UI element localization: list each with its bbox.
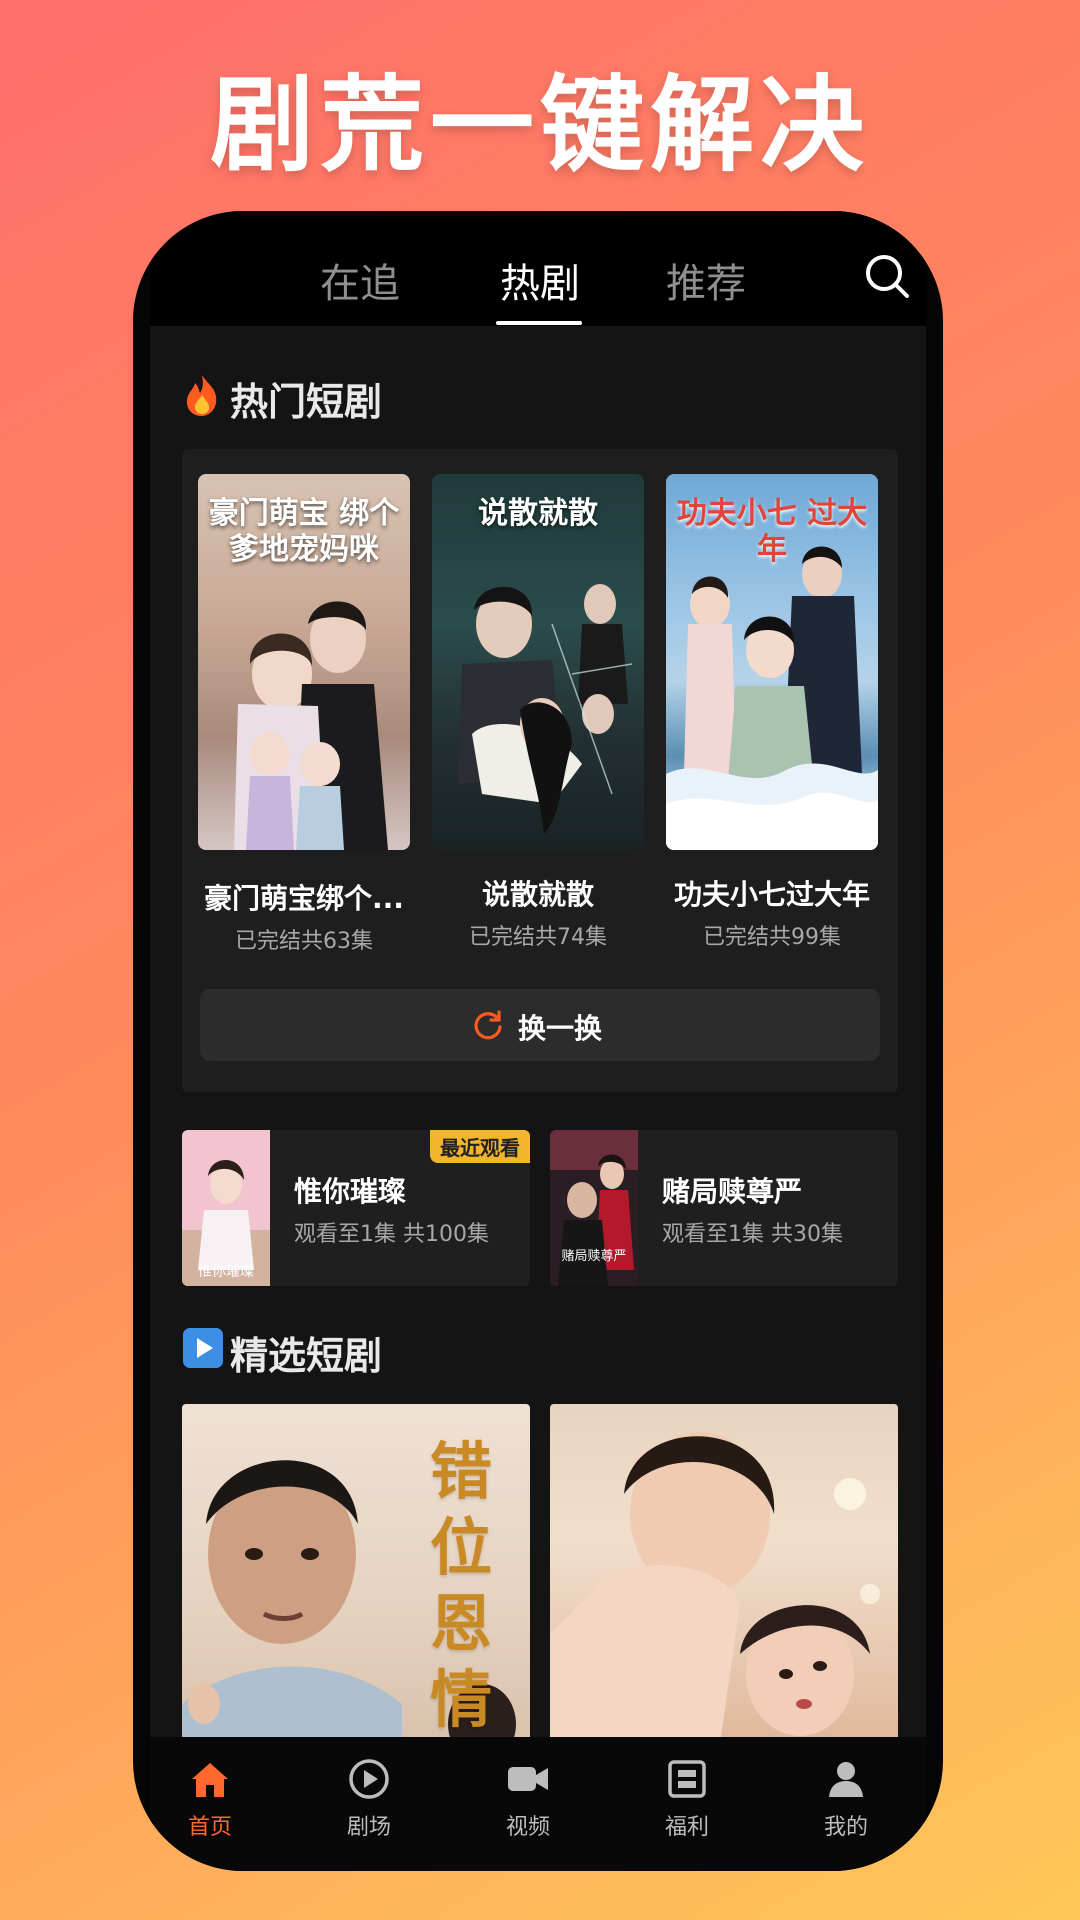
home-icon <box>192 1763 228 1797</box>
recent-thumbnail: 赌局赎尊严 <box>550 1130 638 1286</box>
nav-label: 首页 <box>187 1815 232 1840</box>
app-screen: 在追 热剧 推荐 热门短剧 豪门萌宝 绑个爹地宠妈咪 说散就散 功夫小七 过大年… <box>150 211 926 1871</box>
recent-watch-card[interactable]: 赌局赎尊严 赌局赎尊严 观看至1集 共30集 <box>550 1130 898 1286</box>
nav-label: 我的 <box>823 1815 868 1840</box>
hot-section-title: 热门短剧 <box>230 380 383 424</box>
refresh-icon <box>474 1010 502 1040</box>
play-circle-icon <box>349 1759 389 1799</box>
recent-drama-title: 惟你璀璨 <box>294 1175 407 1208</box>
featured-poster-artwork <box>550 1432 880 1744</box>
gift-box-icon <box>668 1760 706 1798</box>
drama-title[interactable]: 说散就散 <box>423 873 653 913</box>
tab-hot[interactable]: 热剧 <box>500 251 580 309</box>
active-tab-indicator <box>496 321 582 325</box>
nav-video[interactable]: 视频 <box>468 1757 588 1841</box>
poster-title-text: 说散就散 <box>478 496 598 531</box>
drama-episode-info: 已完结共63集 <box>235 929 373 954</box>
drama-poster[interactable]: 功夫小七 过大年 <box>666 474 878 850</box>
bottom-navigation: 首页 剧场 视频 福利 我的 <box>150 1737 926 1871</box>
featured-drama-card[interactable]: 错位恩情 <box>182 1404 530 1744</box>
user-icon <box>829 1762 863 1797</box>
drama-title[interactable]: 功夫小七过大年 <box>657 873 887 913</box>
thumb-text: 惟你璀璨 <box>198 1264 254 1280</box>
drama-title[interactable]: 豪门萌宝绑个... <box>189 877 419 917</box>
recent-drama-progress: 观看至1集 共100集 <box>294 1222 489 1247</box>
top-tab-bar: 在追 热剧 推荐 <box>150 211 926 326</box>
refresh-button[interactable]: 换一换 <box>200 989 880 1061</box>
drama-poster[interactable]: 说散就散 <box>432 474 644 850</box>
refresh-label: 换一换 <box>518 1012 603 1045</box>
recently-watched-badge: 最近观看 <box>430 1130 530 1163</box>
nav-home[interactable]: 首页 <box>150 1757 270 1841</box>
video-camera-icon <box>508 1767 548 1791</box>
fire-icon <box>186 375 217 416</box>
nav-theater[interactable]: 剧场 <box>309 1757 429 1841</box>
recent-drama-progress: 观看至1集 共30集 <box>662 1222 843 1247</box>
featured-section-title: 精选短剧 <box>230 1334 383 1378</box>
play-square-icon <box>183 1328 223 1368</box>
recent-thumbnail: 惟你璀璨 <box>182 1130 270 1286</box>
poster-title-text: 功夫小七 过大年 <box>676 496 868 567</box>
nav-profile[interactable]: 我的 <box>786 1757 906 1841</box>
nav-welfare[interactable]: 福利 <box>627 1757 747 1841</box>
recent-watch-card[interactable]: 惟你璀璨 惟你璀璨 观看至1集 共100集 最近观看 <box>182 1130 530 1286</box>
phone-frame: 在追 热剧 推荐 热门短剧 豪门萌宝 绑个爹地宠妈咪 说散就散 功夫小七 过大年… <box>133 211 943 1871</box>
featured-poster-text: 错位恩情 <box>429 1435 492 1736</box>
nav-label: 剧场 <box>346 1815 391 1840</box>
nav-label: 福利 <box>664 1815 709 1840</box>
thumb-text: 赌局赎尊严 <box>561 1248 626 1264</box>
poster-title-text: 豪门萌宝 绑个爹地宠妈咪 <box>208 496 400 567</box>
drama-episode-info: 已完结共74集 <box>469 925 607 950</box>
drama-episode-info: 已完结共99集 <box>703 925 841 950</box>
search-icon[interactable] <box>864 253 910 299</box>
nav-label: 视频 <box>505 1815 550 1840</box>
featured-drama-card[interactable] <box>550 1404 898 1744</box>
headline: 剧荒一键解决 <box>209 64 870 186</box>
recent-drama-title: 赌局赎尊严 <box>662 1175 803 1208</box>
tab-recommend[interactable]: 推荐 <box>666 251 746 309</box>
hot-dramas-panel: 豪门萌宝 绑个爹地宠妈咪 说散就散 功夫小七 过大年 豪门萌宝绑个... 已完结… <box>182 449 898 1092</box>
tab-following[interactable]: 在追 <box>320 251 400 309</box>
drama-poster[interactable]: 豪门萌宝 绑个爹地宠妈咪 <box>198 474 410 850</box>
